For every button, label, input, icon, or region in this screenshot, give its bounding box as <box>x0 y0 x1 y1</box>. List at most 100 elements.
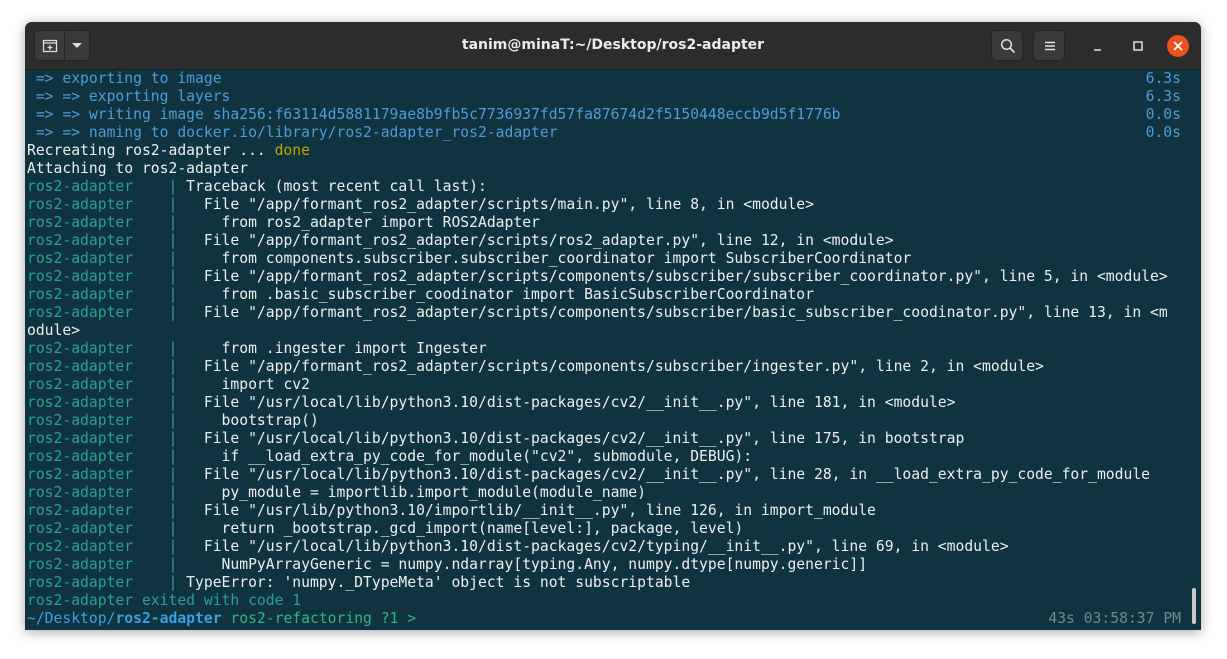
log-line: ros2-adapter | File "/usr/local/lib/pyth… <box>27 538 1193 556</box>
log-text: from .basic_subscriber_coodinator import… <box>177 286 814 303</box>
log-text: File "/usr/local/lib/python3.10/dist-pac… <box>177 466 1151 483</box>
log-text: File "/usr/local/lib/python3.10/dist-pac… <box>177 430 965 447</box>
menu-button[interactable] <box>1033 30 1065 61</box>
prompt-duration-time: 43s 03:58:37 PM <box>1048 610 1181 627</box>
build-step-line: => => naming to docker.io/library/ros2-a… <box>27 124 1193 142</box>
log-line: ros2-adapter | File "/usr/lib/python3.10… <box>27 502 1193 520</box>
minimize-button[interactable] <box>1086 34 1110 58</box>
close-icon <box>1173 41 1183 51</box>
window-title: tanim@minaT:~/Desktop/ros2-adapter <box>461 37 765 53</box>
service-prefix: ros2-adapter | <box>27 358 178 375</box>
log-text: from ros2_adapter import ROS2Adapter <box>177 214 540 231</box>
log-line: ros2-adapter | NumPyArrayGeneric = numpy… <box>27 556 1193 574</box>
service-prefix: ros2-adapter | <box>27 268 178 285</box>
log-line: ros2-adapter | File "/app/formant_ros2_a… <box>27 304 1193 322</box>
build-step-time: 6.3s <box>1145 88 1181 105</box>
log-line: ros2-adapter | if __load_extra_py_code_f… <box>27 448 1193 466</box>
exit-line: ros2-adapter exited with code 1 <box>27 592 302 609</box>
log-text: File "/usr/lib/python3.10/importlib/__in… <box>177 502 876 519</box>
log-text: File "/app/formant_ros2_adapter/scripts/… <box>177 196 814 213</box>
new-tab-group <box>34 30 90 61</box>
maximize-button[interactable] <box>1126 34 1150 58</box>
service-prefix: ros2-adapter | <box>27 340 178 357</box>
new-tab-icon <box>42 39 58 53</box>
log-text: File "/app/formant_ros2_adapter/scripts/… <box>177 358 1044 375</box>
service-prefix: ros2-adapter | <box>27 484 178 501</box>
log-text: File "/usr/local/lib/python3.10/dist-pac… <box>177 538 1009 555</box>
log-text: File "/app/formant_ros2_adapter/scripts/… <box>177 268 1168 285</box>
log-text: File "/usr/local/lib/python3.10/dist-pac… <box>177 394 956 411</box>
log-text: import cv2 <box>177 376 310 393</box>
service-prefix: ros2-adapter | <box>27 232 178 249</box>
service-prefix: ros2-adapter | <box>27 538 178 555</box>
log-text: File "/app/formant_ros2_adapter/scripts/… <box>177 232 894 249</box>
build-step-time: 6.3s <box>1145 70 1181 87</box>
search-button[interactable] <box>991 30 1023 61</box>
service-prefix: ros2-adapter | <box>27 286 178 303</box>
log-text: from components.subscriber.subscriber_co… <box>177 250 912 267</box>
log-line: ros2-adapter | File "/usr/local/lib/pyth… <box>27 466 1193 484</box>
log-line: ros2-adapter | File "/app/formant_ros2_a… <box>27 196 1193 214</box>
service-prefix: ros2-adapter | <box>27 574 178 591</box>
log-text: TypeError: 'numpy._DTypeMeta' object is … <box>177 574 691 591</box>
recreating-line: Recreating ros2-adapter ... done <box>27 142 1193 160</box>
service-prefix: ros2-adapter | <box>27 178 178 195</box>
service-prefix: ros2-adapter | <box>27 448 178 465</box>
build-step-line: => => exporting layers 6.3s <box>27 88 1193 106</box>
service-prefix: ros2-adapter | <box>27 466 178 483</box>
recreating-status: done <box>274 142 310 159</box>
service-prefix: ros2-adapter | <box>27 520 178 537</box>
log-text: Traceback (most recent call last): <box>177 178 487 195</box>
prompt-git-status: ?1 > <box>371 610 417 627</box>
service-prefix: ros2-adapter | <box>27 250 178 267</box>
service-prefix: ros2-adapter | <box>27 412 178 429</box>
log-line: ros2-adapter | from components.subscribe… <box>27 250 1193 268</box>
service-prefix: ros2-adapter | <box>27 376 178 393</box>
log-line: ros2-adapter | return _bootstrap._gcd_im… <box>27 520 1193 538</box>
log-text: return _bootstrap._gcd_import(name[level… <box>177 520 744 537</box>
log-text: if __load_extra_py_code_for_module("cv2"… <box>177 448 753 465</box>
tab-menu-button[interactable] <box>65 31 89 60</box>
hamburger-menu-icon <box>1045 41 1055 51</box>
service-prefix: ros2-adapter | <box>27 430 178 447</box>
build-step-text: => => exporting layers <box>27 88 231 105</box>
log-text: File "/app/formant_ros2_adapter/scripts/… <box>177 304 1168 321</box>
log-line: ros2-adapter | Traceback (most recent ca… <box>27 178 1193 196</box>
shell-prompt[interactable]: ~/Desktop/ros2-adapter ros2-refactoring … <box>27 610 1193 628</box>
minimize-icon <box>1094 49 1101 51</box>
prompt-dir-current: ros2-adapter <box>115 610 222 627</box>
build-step-line: => exporting to image 6.3s <box>27 70 1193 88</box>
recreating-text: Recreating ros2-adapter ... <box>27 142 275 159</box>
wrapped-continuation: odule> <box>27 322 81 339</box>
build-step-time: 0.0s <box>1145 124 1181 141</box>
scrollbar-thumb[interactable] <box>1192 588 1196 624</box>
terminal-window: tanim@minaT:~/Desktop/ros2-adapter => ex… <box>25 22 1201 630</box>
close-button[interactable] <box>1167 35 1189 57</box>
attaching-line: Attaching to ros2-adapter <box>27 160 249 177</box>
log-line: ros2-adapter | import cv2 <box>27 376 1193 394</box>
log-line: ros2-adapter | File "/usr/local/lib/pyth… <box>27 394 1193 412</box>
log-line: ros2-adapter | bootstrap() <box>27 412 1193 430</box>
log-line: ros2-adapter | from .basic_subscriber_co… <box>27 286 1193 304</box>
terminal-output[interactable]: => exporting to image 6.3s => => exportin… <box>27 70 1193 630</box>
log-line: ros2-adapter | from ros2_adapter import … <box>27 214 1193 232</box>
log-line: ros2-adapter | File "/usr/local/lib/pyth… <box>27 430 1193 448</box>
build-step-text: => exporting to image <box>27 70 222 87</box>
log-text: from .ingester import Ingester <box>177 340 487 357</box>
service-prefix: ros2-adapter | <box>27 304 178 321</box>
log-line: ros2-adapter | TypeError: 'numpy._DTypeM… <box>27 574 1193 592</box>
service-prefix: ros2-adapter | <box>27 394 178 411</box>
log-line: ros2-adapter | File "/app/formant_ros2_a… <box>27 268 1193 286</box>
chevron-down-icon <box>72 43 82 48</box>
new-tab-button[interactable] <box>35 31 65 60</box>
maximize-icon <box>1133 41 1143 51</box>
log-text: bootstrap() <box>177 412 319 429</box>
build-step-line: => => writing image sha256:f63114d588117… <box>27 106 1193 124</box>
log-line: ros2-adapter | File "/app/formant_ros2_a… <box>27 358 1193 376</box>
search-icon <box>1000 38 1016 54</box>
title-bar[interactable]: tanim@minaT:~/Desktop/ros2-adapter <box>25 22 1201 70</box>
service-prefix: ros2-adapter | <box>27 214 178 231</box>
log-line: ros2-adapter | from .ingester import Ing… <box>27 340 1193 358</box>
service-prefix: ros2-adapter | <box>27 502 178 519</box>
build-step-time: 0.0s <box>1145 106 1181 123</box>
